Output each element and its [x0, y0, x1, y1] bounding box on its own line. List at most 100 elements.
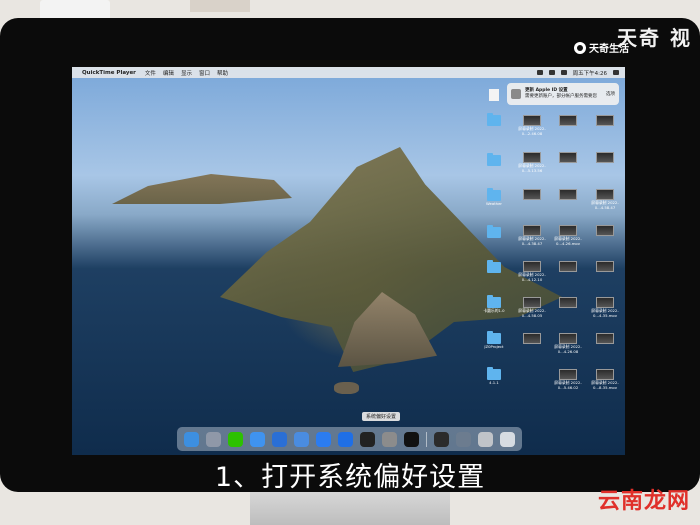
control-center-icon[interactable] [613, 70, 619, 75]
desktop-folder[interactable] [479, 153, 509, 167]
video-thumbnail [596, 297, 614, 308]
desktop-video[interactable] [553, 297, 583, 309]
desktop-video[interactable]: 屏幕录制 2022-0...4.12.10 [517, 261, 547, 282]
watermark-logo-icon [574, 41, 586, 54]
desktop-label: 屏幕录制 2022-0...4.58.47 [591, 200, 619, 210]
menu-file[interactable]: 文件 [145, 69, 156, 77]
desktop-doc[interactable] [479, 89, 509, 102]
desktop-video[interactable]: 屏幕录制 2022-0...2.46.08 [517, 115, 547, 136]
desktop-video[interactable]: 屏幕录制 2022-0...4.38.47 [517, 225, 547, 246]
desktop-label: Weather [486, 201, 502, 206]
video-thumbnail [523, 333, 541, 344]
qq-icon[interactable] [403, 431, 419, 447]
folder-icon [487, 331, 501, 344]
desktop-video[interactable]: 屏幕录制 2022-0...5.46.02 [553, 369, 583, 390]
desktop-label: 屏幕录制 2022-0...2.46.08 [518, 126, 546, 136]
folder-icon [487, 225, 501, 238]
desktop-video[interactable]: 屏幕录制 2022-0...8.35.mov [590, 369, 620, 390]
desktop-label: 屏幕录制 2022-0...4.26.mov [554, 236, 582, 246]
system-preferences-icon[interactable] [381, 431, 397, 447]
video-thumbnail [596, 189, 614, 200]
launchpad-icon[interactable] [206, 431, 222, 447]
desktop-video[interactable] [590, 152, 620, 164]
monitor-stand [250, 492, 450, 525]
menu-window[interactable]: 窗口 [199, 69, 210, 77]
wifi-icon[interactable] [548, 70, 555, 75]
notification-banner[interactable]: 更新 Apple ID 设置 需要更新账户，部分帐户服务需要您 选项 [507, 83, 619, 105]
status-icon[interactable] [536, 70, 543, 75]
desktop-folder[interactable] [479, 260, 509, 274]
network-utility-icon[interactable] [455, 431, 471, 447]
video-thumbnail [596, 115, 614, 126]
quicktime-icon[interactable] [433, 431, 449, 447]
wallpaper-island-far [112, 174, 292, 204]
video-thumbnail [596, 152, 614, 163]
desktop-video[interactable]: 屏幕录制 2022-0...4.58.05 [517, 297, 547, 318]
folder-icon [487, 188, 501, 201]
video-thumbnail [596, 261, 614, 272]
desktop-label: 屏幕录制 2022-0...4.35.mov [591, 308, 619, 318]
video-thumbnail [523, 189, 541, 200]
folder-icon [487, 153, 501, 166]
dock-tooltip: 系统偏好设置 [362, 412, 401, 421]
desktop-video[interactable] [517, 189, 547, 201]
desktop-video[interactable] [553, 115, 583, 127]
terminal-icon[interactable] [359, 431, 375, 447]
menu-edit[interactable]: 编辑 [163, 69, 174, 77]
desktop-label: 卡圆乐的1.0 [483, 308, 505, 313]
video-thumbnail [523, 152, 541, 163]
desktop-video[interactable] [517, 333, 547, 345]
desktop-video[interactable] [553, 189, 583, 201]
background-object [190, 0, 250, 12]
notification-options-button[interactable]: 选项 [606, 91, 615, 97]
disk-utility-icon[interactable] [477, 431, 493, 447]
settings-notification-icon [511, 89, 521, 99]
video-subtitle: 1、打开系统偏好设置 [214, 462, 486, 493]
desktop-folder[interactable]: JZ0Project [479, 331, 509, 350]
desktop-video[interactable] [590, 225, 620, 237]
desktop-label: 屏幕录制 2022-0...5.46.02 [554, 380, 582, 390]
desktop-video[interactable]: 屏幕录制 2022-0...4.26.08 [553, 333, 583, 354]
menu-help[interactable]: 帮助 [217, 69, 228, 77]
desktop-label: 屏幕录制 2022-0...8.35.mov [591, 380, 619, 390]
desktop-video[interactable] [590, 333, 620, 345]
desktop-video[interactable] [553, 152, 583, 164]
menu-status-area: 周五下午4:26 [536, 69, 625, 77]
video-thumbnail [523, 261, 541, 272]
safari-icon[interactable] [250, 431, 266, 447]
desktop-video[interactable]: 屏幕录制 2022-0...5.13.56 [517, 152, 547, 173]
desktop-video[interactable] [553, 261, 583, 273]
desktop-folder[interactable]: Weather [479, 188, 509, 207]
trash-icon[interactable] [499, 431, 515, 447]
finder-folder-icon[interactable] [294, 431, 310, 447]
upload-icon[interactable] [338, 431, 354, 447]
menu-clock[interactable]: 周五下午4:26 [573, 69, 607, 77]
desktop-label: 4.1.1 [489, 380, 499, 385]
source-watermark: 云南龙网 [597, 489, 690, 514]
video-thumbnail [559, 225, 577, 236]
video-thumbnail [523, 225, 541, 236]
video-thumbnail [596, 225, 614, 236]
desktop-video[interactable]: 屏幕录制 2022-0...4.35.mov [590, 297, 620, 318]
desktop-video[interactable] [590, 115, 620, 127]
desktop-folder[interactable] [479, 225, 509, 239]
folder-icon [487, 295, 501, 308]
desktop-folder[interactable] [479, 113, 509, 127]
dock [177, 427, 522, 451]
watermark-logo-text: 天奇生活 [589, 44, 629, 55]
wechat-icon[interactable] [228, 431, 244, 447]
xcode-icon[interactable] [272, 431, 288, 447]
menu-app-name[interactable]: QuickTime Player [82, 70, 136, 76]
menu-view[interactable]: 显示 [181, 69, 192, 77]
desktop-video[interactable]: 屏幕录制 2022-0...4.26.mov [553, 225, 583, 246]
battery-icon[interactable] [560, 70, 567, 75]
desktop-folder[interactable]: 卡圆乐的1.0 [479, 295, 509, 314]
app-store-icon[interactable] [316, 431, 332, 447]
desktop-video[interactable]: 屏幕录制 2022-0...4.58.47 [590, 189, 620, 210]
video-thumbnail [559, 189, 577, 200]
finder-icon[interactable] [184, 431, 200, 447]
video-thumbnail [559, 115, 577, 126]
desktop-folder[interactable]: 4.1.1 [479, 367, 509, 386]
desktop-video[interactable] [590, 261, 620, 273]
notification-text: 更新 Apple ID 设置 需要更新账户，部分帐户服务需要您 [525, 88, 602, 100]
